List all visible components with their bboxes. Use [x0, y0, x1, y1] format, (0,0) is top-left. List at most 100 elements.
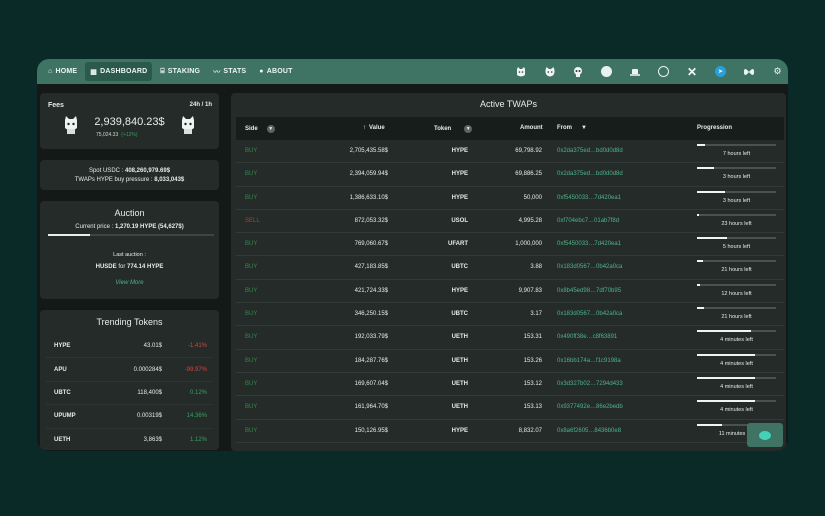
twap-pressure: TWAPs HYPE buy pressure : 8,033,043$	[74, 177, 185, 183]
twap-row[interactable]: BUY 421,724.33$ HYPE 9,907.83 0x8b45ed98…7df…	[236, 280, 784, 304]
twap-progress-bar	[697, 213, 776, 216]
twap-row[interactable]: BUY 169,607.04$ UETH 153.12 0x3d327b02…7294d…	[236, 373, 784, 397]
twap-progress-bar	[697, 283, 776, 286]
twap-value: 872,053.32$	[354, 217, 388, 224]
col-progression: Progression	[697, 125, 733, 131]
twap-progress-fill	[697, 283, 701, 286]
from-address-link[interactable]: 0x2da375ed…bd0d0d8d	[557, 171, 623, 177]
from-address-link[interactable]: 0xf5450033…7d420ea1	[557, 241, 621, 247]
from-address-link[interactable]: 0x490ff38e…c8f63891	[557, 334, 617, 340]
from-address-link[interactable]: 0x8a6f2605…8436b0e8	[557, 428, 621, 434]
twap-progress-fill	[697, 190, 725, 193]
from-address-link[interactable]: 0x16bb174a…f1c9198a	[557, 358, 621, 364]
twap-amount: 69,798.92	[515, 148, 542, 154]
from-address-link[interactable]: 0xf704ebc7…01ab7f8d	[557, 218, 619, 224]
twap-row[interactable]: SELL 872,053.32$ USOL 4,995.28 0xf704ebc7…01…	[236, 210, 784, 234]
nav-dashboard[interactable]: ▦ DASHBOARD	[85, 62, 153, 81]
spot-usdc: Spot USDC : 408,260,979.69$	[88, 168, 171, 174]
token-price: 0.00319$	[136, 413, 162, 420]
twap-row[interactable]: BUY 184,287.76$ UETH 153.26 0x16bb174a…f1c91…	[236, 350, 784, 373]
nav-stats[interactable]: 〰 STATS	[208, 62, 251, 81]
twap-progress-bar	[697, 144, 776, 146]
twap-progress-bar	[697, 190, 776, 193]
nav-staking[interactable]: ⌸ STAKING	[155, 62, 205, 81]
side-badge: BUY	[245, 427, 258, 434]
twap-token: HYPE	[451, 427, 468, 434]
last-auction-value: HUSDE for 774.14 HYPE	[95, 264, 164, 270]
funnel-icon[interactable]: ▼	[581, 125, 587, 131]
trending-row[interactable]: UBTC 118,400$ 0.12%	[46, 382, 213, 406]
robot-icon[interactable]	[629, 66, 641, 78]
twap-progress-bar	[697, 376, 776, 379]
telegram-icon[interactable]: ➤	[715, 66, 727, 78]
twap-token: HYPE	[451, 194, 468, 201]
trending-row[interactable]: UPUMP 0.00319$ 14.36%	[46, 405, 213, 429]
twap-progress-fill	[697, 423, 723, 426]
twap-row[interactable]: BUY 192,033.79$ UETH 153.31 0x490ff38e…c8f63…	[236, 326, 784, 350]
twaps-title: Active TWAPs	[479, 99, 537, 109]
trending-row[interactable]: UETH 3,863$ 1.12%	[46, 429, 213, 450]
twap-value: 2,705,435.58$	[349, 148, 388, 154]
col-value[interactable]: ↑ Value	[363, 125, 385, 131]
token-name: UETH	[54, 436, 71, 443]
twap-row[interactable]: BUY 427,183.85$ UBTC 3.88 0x183d0567…0b42a0c…	[236, 256, 784, 280]
time-left: 21 hours left	[721, 314, 752, 321]
hyperliquid-icon[interactable]	[743, 66, 755, 78]
twap-row[interactable]: BUY 769,060.67$ UFART 1,000,000 0xf5450033…7…	[236, 233, 784, 257]
filter-icon[interactable]: ▼	[266, 125, 275, 133]
filter-icon[interactable]: ▼	[464, 125, 473, 133]
auction-progress-fill	[48, 234, 90, 236]
side-badge: BUY	[245, 287, 258, 294]
token-logo-icon[interactable]	[658, 66, 670, 78]
twap-row[interactable]: BUY 1,386,633.10$ HYPE 50,000 0xf5450033…7d4…	[236, 187, 784, 210]
gear-icon[interactable]: ⚙	[772, 66, 784, 78]
trending-row[interactable]: HYPE 43.01$ -1.41%	[46, 335, 213, 359]
twap-value: 769,060.67$	[354, 241, 388, 248]
from-address-link[interactable]: 0x9377492e…86e2bedb	[557, 404, 623, 410]
twap-row[interactable]: BUY 2,394,059.94$ HYPE 69,886.25 0x2da375ed……	[236, 163, 784, 187]
col-amount: Amount	[520, 125, 543, 131]
avatar-icon[interactable]	[601, 66, 613, 78]
twap-amount: 3.17	[530, 311, 542, 318]
twap-progress-fill	[697, 237, 728, 240]
cat-face-icon[interactable]	[544, 66, 556, 78]
nav-about[interactable]: ● ABOUT	[254, 62, 297, 81]
auction-current-price: Current price : 1,270.19 HYPE (54,627$)	[75, 224, 184, 230]
chat-button[interactable]	[747, 423, 783, 447]
twap-progress-fill	[697, 330, 751, 333]
twap-progress-fill	[697, 376, 756, 379]
twaps-table-body: BUY 2,705,435.58$ HYPE 69,798.92 0x2da375ed……	[236, 140, 784, 443]
from-address-link[interactable]: 0xf5450033…7d420ea1	[557, 195, 621, 201]
twap-row[interactable]: BUY 150,126.95$ HYPE 8,832.07 0x8a6f2605…843…	[236, 420, 784, 443]
twap-token: HYPE	[451, 148, 468, 154]
twap-row[interactable]: BUY 161,964.70$ UETH 153.13 0x9377492e…86e2b…	[236, 396, 784, 420]
nav-home[interactable]: ⌂ HOME	[43, 62, 82, 81]
from-address-link[interactable]: 0x8b45ed98…7df70b95	[557, 288, 621, 294]
fees-range[interactable]: 24h / 1h	[190, 102, 212, 108]
trending-row[interactable]: APU 0.000284$ -99.97%	[46, 358, 213, 382]
skull-icon[interactable]	[572, 66, 584, 78]
from-address-link[interactable]: 0x2da375ed…bd0d0d8d	[557, 148, 623, 154]
token-name: HYPE	[54, 343, 71, 350]
twap-row[interactable]: BUY 346,250.15$ UBTC 3.17 0x183d0567…0b42a0c…	[236, 303, 784, 327]
token-change: 1.12%	[189, 436, 207, 443]
twap-amount: 153.31	[523, 334, 542, 341]
trending-card: Trending Tokens HYPE 43.01$ -1.41% APU 0.000…	[40, 310, 219, 450]
view-more-link[interactable]: View More	[40, 280, 219, 286]
side-badge: BUY	[245, 241, 258, 248]
twap-row[interactable]: BUY 2,705,435.58$ HYPE 69,798.92 0x2da375ed……	[236, 140, 784, 164]
from-address-link[interactable]: 0x3d327b02…7294d433	[557, 381, 623, 387]
from-address-link[interactable]: 0x183d0567…0b42a0ca	[557, 311, 622, 317]
cat-mascot-icon[interactable]	[515, 66, 527, 78]
twap-token: UETH	[451, 404, 468, 411]
trending-title: Trending Tokens	[96, 317, 163, 327]
x-twitter-icon[interactable]: ✕	[686, 65, 698, 79]
time-left: 4 minutes left	[720, 360, 753, 367]
spot-card: Spot USDC : 408,260,979.69$ TWAPs HYPE b…	[40, 160, 219, 190]
trending-list: HYPE 43.01$ -1.41% APU 0.000284$ -99.97% UBTC 1…	[40, 335, 219, 450]
app-frame: ⌂ HOME ▦ DASHBOARD ⌸ STAKING 〰 STATS ● ABOUT …	[37, 59, 788, 451]
twap-progress-bar	[697, 237, 776, 240]
time-left: 4 minutes left	[720, 337, 753, 344]
twap-progress-bar	[697, 353, 776, 356]
from-address-link[interactable]: 0x183d0567…0b42a0ca	[557, 264, 622, 270]
